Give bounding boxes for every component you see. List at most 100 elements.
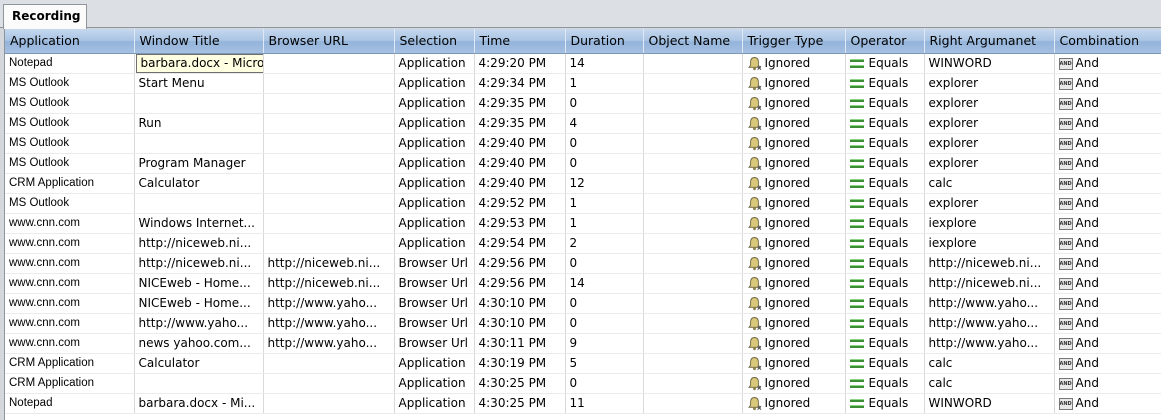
cell-operator[interactable]: Equals (845, 133, 925, 154)
cell-selection[interactable]: Application (394, 373, 475, 394)
cell-browser-url[interactable] (263, 73, 395, 94)
cell-application[interactable]: www.cnn.com (5, 293, 135, 314)
cell-window-title[interactable]: Run (134, 113, 264, 134)
cell-object-name[interactable] (643, 73, 743, 94)
cell-object-name[interactable] (643, 213, 743, 234)
cell-browser-url[interactable] (263, 373, 395, 394)
recording-grid[interactable]: Application Window Title Browser URL Select… (4, 29, 1161, 420)
cell-application[interactable]: MS Outlook (5, 133, 135, 154)
cell-selection[interactable]: Browser Url (394, 253, 475, 274)
column-header-right-argument[interactable]: Right Argumanet (924, 29, 1055, 54)
cell-time[interactable]: 4:30:10 PM (474, 313, 566, 334)
cell-duration[interactable]: 9 (565, 333, 644, 354)
column-header-operator[interactable]: Operator (845, 29, 925, 54)
cell-right-argument[interactable]: explorer (924, 113, 1055, 134)
cell-right-argument[interactable]: explorer (924, 73, 1055, 94)
cell-browser-url[interactable]: http://www.yaho... (263, 333, 395, 354)
cell-window-title[interactable]: Windows Internet... (134, 213, 264, 234)
cell-object-name[interactable] (643, 93, 743, 114)
cell-duration[interactable]: 0 (565, 293, 644, 314)
cell-window-title[interactable]: barbara.docx - Mi... (134, 393, 264, 414)
cell-right-argument[interactable]: http://www.yaho... (924, 293, 1055, 314)
cell-selection[interactable]: Application (394, 113, 475, 134)
cell-trigger-type[interactable]: Ignored (742, 113, 846, 134)
cell-trigger-type[interactable]: Ignored (742, 233, 846, 254)
cell-application[interactable]: MS Outlook (5, 113, 135, 134)
cell-window-title[interactable]: http://niceweb.ni... (134, 233, 264, 254)
table-row[interactable]: www.cnn.com NICEweb - Home... http://nicew… (5, 273, 1161, 294)
column-header-browser-url[interactable]: Browser URL (263, 29, 395, 54)
cell-operator[interactable]: Equals (845, 113, 925, 134)
cell-combination[interactable]: AND And (1054, 173, 1161, 194)
cell-duration[interactable]: 1 (565, 73, 644, 94)
cell-selection[interactable]: Application (394, 193, 475, 214)
cell-right-argument[interactable]: explorer (924, 153, 1055, 174)
cell-object-name[interactable] (643, 173, 743, 194)
cell-trigger-type[interactable]: Ignored (742, 253, 846, 274)
cell-combination[interactable]: AND And (1054, 153, 1161, 174)
cell-application[interactable]: CRM Application (5, 173, 135, 194)
cell-duration[interactable]: 2 (565, 233, 644, 254)
cell-time[interactable]: 4:30:19 PM (474, 353, 566, 374)
cell-selection[interactable]: Browser Url (394, 293, 475, 314)
cell-browser-url[interactable] (263, 173, 395, 194)
cell-trigger-type[interactable]: Ignored (742, 333, 846, 354)
column-header-time[interactable]: Time (474, 29, 566, 54)
cell-selection[interactable]: Application (394, 213, 475, 234)
cell-duration[interactable]: 4 (565, 113, 644, 134)
cell-operator[interactable]: Equals (845, 333, 925, 354)
cell-time[interactable]: 4:29:35 PM (474, 113, 566, 134)
cell-duration[interactable]: 12 (565, 173, 644, 194)
cell-object-name[interactable] (643, 273, 743, 294)
cell-right-argument[interactable]: WINWORD (924, 393, 1055, 414)
cell-application[interactable]: www.cnn.com (5, 333, 135, 354)
cell-combination[interactable]: AND And (1054, 213, 1161, 234)
cell-window-title[interactable]: http://www.yaho... (134, 313, 264, 334)
cell-trigger-type[interactable]: Ignored (742, 273, 846, 294)
cell-browser-url[interactable]: http://www.yaho... (263, 313, 395, 334)
cell-operator[interactable]: Equals (845, 73, 925, 94)
cell-selection[interactable]: Application (394, 133, 475, 154)
cell-browser-url[interactable]: http://niceweb.ni... (263, 253, 395, 274)
cell-trigger-type[interactable]: Ignored (742, 133, 846, 154)
table-row[interactable]: www.cnn.com Windows Internet... Applicatio… (5, 213, 1161, 234)
cell-combination[interactable]: AND And (1054, 333, 1161, 354)
cell-application[interactable]: Notepad (5, 53, 135, 74)
table-row[interactable]: MS Outlook Program Manager Application 4:29… (5, 153, 1161, 174)
cell-duration[interactable]: 1 (565, 193, 644, 214)
cell-selection[interactable]: Application (394, 173, 475, 194)
table-row[interactable]: www.cnn.com http://niceweb.ni... Applicati… (5, 233, 1161, 254)
cell-duration[interactable]: 5 (565, 353, 644, 374)
window-title-editor[interactable]: barbara.docx - Microsoft Word (135, 53, 262, 72)
cell-trigger-type[interactable]: Ignored (742, 153, 846, 174)
cell-duration[interactable]: 0 (565, 93, 644, 114)
cell-object-name[interactable] (643, 293, 743, 314)
cell-duration[interactable]: 0 (565, 153, 644, 174)
cell-window-title[interactable]: Calculator (134, 173, 264, 194)
table-row[interactable]: MS Outlook Application 4:29:35 PM 0 Ignored E… (5, 93, 1161, 114)
cell-right-argument[interactable]: explorer (924, 93, 1055, 114)
cell-time[interactable]: 4:29:40 PM (474, 153, 566, 174)
table-row[interactable]: www.cnn.com NICEweb - Home... http://www.y… (5, 293, 1161, 314)
cell-application[interactable]: www.cnn.com (5, 233, 135, 254)
column-header-trigger-type[interactable]: Trigger Type (742, 29, 846, 54)
cell-time[interactable]: 4:30:10 PM (474, 293, 566, 314)
cell-duration[interactable]: 11 (565, 393, 644, 414)
cell-operator[interactable]: Equals (845, 393, 925, 414)
column-header-combination[interactable]: Combination (1054, 29, 1161, 54)
cell-window-title[interactable] (134, 373, 264, 394)
cell-application[interactable]: www.cnn.com (5, 313, 135, 334)
cell-duration[interactable]: 0 (565, 373, 644, 394)
cell-trigger-type[interactable]: Ignored (742, 353, 846, 374)
cell-object-name[interactable] (643, 393, 743, 414)
cell-window-title[interactable]: Start Menu (134, 73, 264, 94)
cell-window-title[interactable]: barbara.docx - Microsoft Word (134, 53, 264, 74)
cell-selection[interactable]: Browser Url (394, 313, 475, 334)
cell-browser-url[interactable] (263, 113, 395, 134)
cell-operator[interactable]: Equals (845, 213, 925, 234)
cell-operator[interactable]: Equals (845, 313, 925, 334)
cell-window-title[interactable] (134, 93, 264, 114)
cell-right-argument[interactable]: iexplore (924, 213, 1055, 234)
cell-combination[interactable]: AND And (1054, 193, 1161, 214)
cell-object-name[interactable] (643, 133, 743, 154)
